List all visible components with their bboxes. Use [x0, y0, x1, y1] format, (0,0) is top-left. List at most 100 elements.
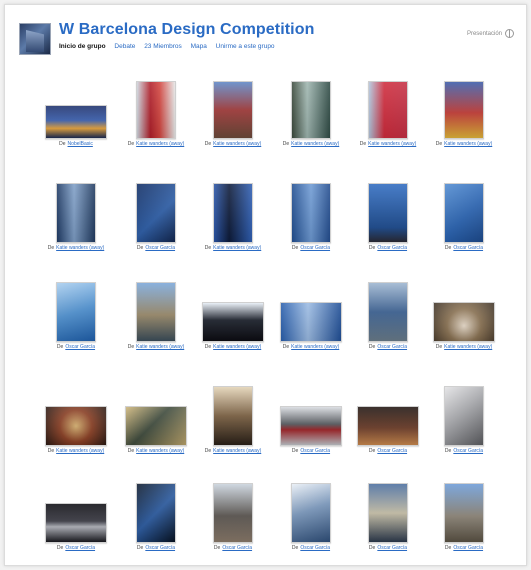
photo-caption: De Oscar García — [352, 344, 424, 350]
nav-item-members[interactable]: 23 Miembros — [144, 43, 182, 50]
photo-thumbnail[interactable] — [213, 81, 253, 139]
by-label: De — [282, 344, 290, 350]
author-link[interactable]: Oscar García — [300, 545, 330, 551]
photo-thumbnail[interactable] — [291, 483, 331, 543]
author-link[interactable]: Katie wanders (away) — [213, 448, 261, 454]
nav-item-map[interactable]: Mapa — [191, 43, 207, 50]
page-title[interactable]: W Barcelona Design Competition — [59, 21, 314, 39]
by-label: De — [204, 344, 212, 350]
author-link[interactable]: Katie wanders (away) — [291, 141, 339, 147]
by-label: De — [359, 141, 367, 147]
photo-thumbnail[interactable] — [45, 406, 107, 446]
photo-caption: De Oscar García — [275, 545, 347, 551]
author-link[interactable]: Katie wanders (away) — [444, 141, 492, 147]
author-link[interactable]: Oscar García — [300, 245, 330, 251]
author-link[interactable]: Oscar García — [145, 245, 175, 251]
nav-item-join-group[interactable]: Unirme a este grupo — [216, 43, 275, 50]
author-link[interactable]: Oscar García — [453, 448, 483, 454]
photo-item: De Katie wanders (away) — [428, 81, 500, 147]
author-link[interactable]: Katie wanders (away) — [213, 344, 261, 350]
group-header: W Barcelona Design Competition Inicio de… — [19, 21, 516, 59]
photo-caption: De Katie wanders (away) — [120, 141, 192, 147]
photo-thumbnail[interactable] — [125, 406, 187, 446]
photo-thumbnail[interactable] — [368, 81, 408, 139]
by-label: De — [213, 545, 221, 551]
photo-thumbnail[interactable] — [45, 503, 107, 543]
photo-thumbnail[interactable] — [444, 81, 484, 139]
author-link[interactable]: Katie wanders (away) — [136, 448, 184, 454]
photo-thumbnail[interactable] — [213, 483, 253, 543]
photo-thumbnail[interactable] — [45, 105, 107, 139]
photo-thumbnail[interactable] — [291, 81, 331, 139]
photo-item: De Oscar García — [275, 483, 347, 551]
slideshow-link[interactable]: Presentación — [467, 29, 514, 38]
author-link[interactable]: Oscar García — [453, 545, 483, 551]
author-link[interactable]: Oscar García — [300, 448, 330, 454]
by-label: De — [435, 141, 443, 147]
author-link[interactable]: Oscar García — [377, 245, 407, 251]
photo-thumbnail[interactable] — [202, 302, 264, 342]
nav-item-discussion[interactable]: Debate — [114, 43, 135, 50]
author-link[interactable]: Katie wanders (away) — [56, 245, 104, 251]
photo-thumbnail[interactable] — [136, 81, 176, 139]
author-link[interactable]: Katie wanders (away) — [368, 141, 416, 147]
photo-caption: De Oscar García — [275, 448, 347, 454]
photo-thumbnail[interactable] — [433, 302, 495, 342]
author-link[interactable]: Oscar García — [377, 545, 407, 551]
photo-item: De Katie wanders (away) — [197, 183, 269, 251]
by-label: De — [444, 545, 452, 551]
photo-item: De Oscar García — [275, 183, 347, 251]
photo-caption: De Oscar García — [352, 245, 424, 251]
photo-caption: De Katie wanders (away) — [120, 448, 192, 454]
photo-thumbnail[interactable] — [213, 386, 253, 446]
photo-thumbnail[interactable] — [444, 483, 484, 543]
by-label: De — [136, 545, 144, 551]
photo-thumbnail[interactable] — [368, 183, 408, 243]
author-link[interactable]: Oscar García — [222, 545, 252, 551]
author-link[interactable]: Oscar García — [65, 344, 95, 350]
author-link[interactable]: Katie wanders (away) — [213, 141, 261, 147]
photo-thumbnail[interactable] — [56, 282, 96, 342]
photo-thumbnail[interactable] — [280, 406, 342, 446]
photo-item: De Oscar García — [352, 183, 424, 251]
author-link[interactable]: Oscar García — [65, 545, 95, 551]
by-label: De — [127, 448, 135, 454]
by-label: De — [368, 448, 376, 454]
photo-caption: De NobelBasic — [40, 141, 112, 147]
by-label: De — [291, 448, 299, 454]
author-link[interactable]: Katie wanders (away) — [56, 448, 104, 454]
author-link[interactable]: Oscar García — [377, 448, 407, 454]
photo-thumbnail[interactable] — [368, 282, 408, 342]
photo-item: De Oscar García — [428, 483, 500, 551]
author-link[interactable]: Oscar García — [377, 344, 407, 350]
by-label: De — [47, 245, 55, 251]
by-label: De — [368, 344, 376, 350]
photo-item: De Katie wanders (away) — [275, 81, 347, 147]
author-link[interactable]: Katie wanders (away) — [291, 344, 339, 350]
photo-caption: De Katie wanders (away) — [428, 344, 500, 350]
photo-thumbnail[interactable] — [136, 483, 176, 543]
photo-thumbnail[interactable] — [136, 282, 176, 342]
photo-thumbnail[interactable] — [444, 386, 484, 446]
photo-thumbnail[interactable] — [357, 406, 419, 446]
photo-thumbnail[interactable] — [291, 183, 331, 243]
by-label: De — [127, 344, 135, 350]
photo-caption: De Katie wanders (away) — [40, 245, 112, 251]
author-link[interactable]: Katie wanders (away) — [444, 344, 492, 350]
photo-thumbnail[interactable] — [444, 183, 484, 243]
author-link[interactable]: Oscar García — [453, 245, 483, 251]
author-link[interactable]: Katie wanders (away) — [136, 344, 184, 350]
author-link[interactable]: NobelBasic — [68, 141, 93, 147]
photo-caption: De Katie wanders (away) — [275, 141, 347, 147]
author-link[interactable]: Katie wanders (away) — [136, 141, 184, 147]
photo-thumbnail[interactable] — [368, 483, 408, 543]
group-logo[interactable] — [19, 23, 51, 55]
author-link[interactable]: Katie wanders (away) — [213, 245, 261, 251]
photo-thumbnail[interactable] — [213, 183, 253, 243]
photo-thumbnail[interactable] — [136, 183, 176, 243]
photo-caption: De Oscar García — [40, 344, 112, 350]
photo-thumbnail[interactable] — [56, 183, 96, 243]
author-link[interactable]: Oscar García — [145, 545, 175, 551]
photo-thumbnail[interactable] — [280, 302, 342, 342]
photo-item: De Katie wanders (away) — [120, 81, 192, 147]
